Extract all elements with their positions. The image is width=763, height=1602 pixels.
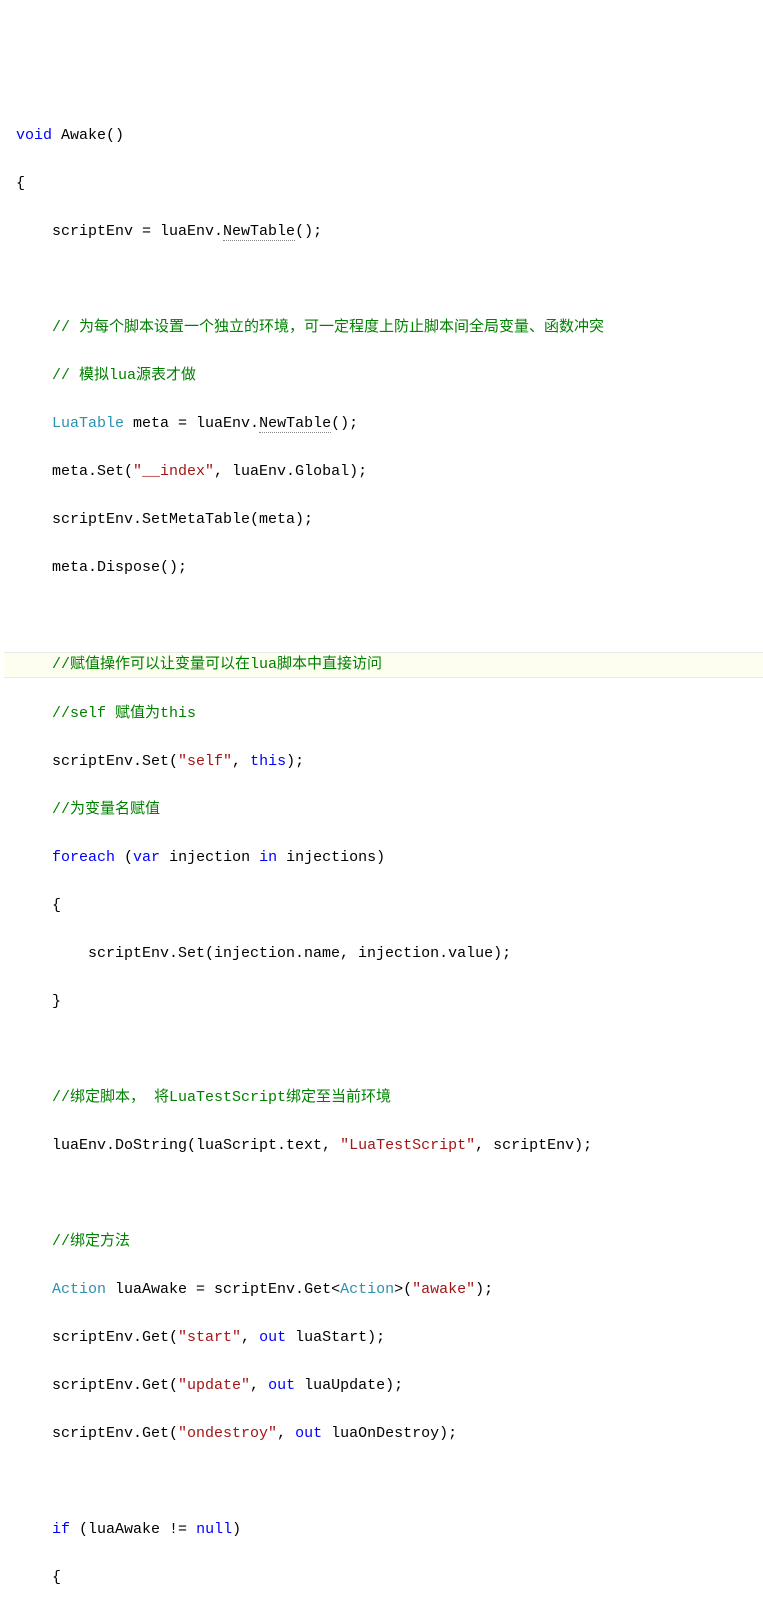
blank-line — [4, 268, 763, 292]
code-text: , — [241, 1329, 259, 1346]
string-literal: "update" — [178, 1377, 250, 1394]
code-text: , luaEnv.Global); — [214, 463, 367, 480]
code-line: { — [4, 1566, 763, 1590]
code-line: { — [4, 894, 763, 918]
code-text: (); — [295, 223, 322, 240]
code-line: scriptEnv = luaEnv.NewTable(); — [4, 220, 763, 244]
keyword-in: in — [259, 849, 277, 866]
code-line: meta.Dispose(); — [4, 556, 763, 580]
comment-line-highlighted: //赋值操作可以让变量可以在lua脚本中直接访问 — [4, 652, 763, 678]
keyword-out: out — [295, 1425, 322, 1442]
keyword-out: out — [259, 1329, 286, 1346]
code-line: scriptEnv.Set("self", this); — [4, 750, 763, 774]
code-line: { — [4, 172, 763, 196]
string-literal: "LuaTestScript" — [340, 1137, 475, 1154]
code-text: injections) — [277, 849, 385, 866]
code-text: , — [277, 1425, 295, 1442]
code-text: ); — [475, 1281, 493, 1298]
comment-line: //为变量名赋值 — [4, 798, 763, 822]
code-line: scriptEnv.Get("start", out luaStart); — [4, 1326, 763, 1350]
comment-line: //绑定脚本， 将LuaTestScript绑定至当前环境 — [4, 1086, 763, 1110]
string-literal: "self" — [178, 753, 232, 770]
comment-line: //绑定方法 — [4, 1230, 763, 1254]
code-text: luaUpdate); — [295, 1377, 403, 1394]
code-line: if (luaAwake != null) — [4, 1518, 763, 1542]
code-line: scriptEnv.Get("ondestroy", out luaOnDest… — [4, 1422, 763, 1446]
code-text: luaEnv.DoString(luaScript.text, — [16, 1137, 340, 1154]
blank-line — [4, 1038, 763, 1062]
code-text: injection — [160, 849, 259, 866]
code-block: void Awake() { scriptEnv = luaEnv.NewTab… — [0, 96, 763, 1602]
string-literal: "ondestroy" — [178, 1425, 277, 1442]
code-line: scriptEnv.Set(injection.name, injection.… — [4, 942, 763, 966]
comment-line: //self 赋值为this — [4, 702, 763, 726]
keyword-null: null — [196, 1521, 232, 1538]
string-literal: "__index" — [133, 463, 214, 480]
call-newtable: NewTable — [259, 415, 331, 433]
keyword-if: if — [52, 1521, 70, 1538]
code-line: Action luaAwake = scriptEnv.Get<Action>(… — [4, 1278, 763, 1302]
comment-line: // 为每个脚本设置一个独立的环境，可一定程度上防止脚本间全局变量、函数冲突 — [4, 316, 763, 340]
code-text: >( — [394, 1281, 412, 1298]
code-line: foreach (var injection in injections) — [4, 846, 763, 870]
code-line: scriptEnv.SetMetaTable(meta); — [4, 508, 763, 532]
blank-line — [4, 1182, 763, 1206]
type-luatable: LuaTable — [52, 415, 124, 432]
keyword-this: this — [250, 753, 286, 770]
code-text: , — [232, 753, 250, 770]
code-text: scriptEnv.Set( — [16, 753, 178, 770]
code-text: scriptEnv.Get( — [16, 1425, 178, 1442]
keyword-var: var — [133, 849, 160, 866]
code-line: LuaTable meta = luaEnv.NewTable(); — [4, 412, 763, 436]
type-action: Action — [340, 1281, 394, 1298]
code-text: ); — [286, 753, 304, 770]
code-text: meta = luaEnv. — [124, 415, 259, 432]
code-line: } — [4, 990, 763, 1014]
blank-line — [4, 604, 763, 628]
code-text: luaStart); — [286, 1329, 385, 1346]
blank-line — [4, 1470, 763, 1494]
keyword-void: void — [16, 127, 52, 144]
code-text: luaAwake = scriptEnv.Get< — [106, 1281, 340, 1298]
code-line: meta.Set("__index", luaEnv.Global); — [4, 460, 763, 484]
code-text: ) — [232, 1521, 241, 1538]
code-line: luaEnv.DoString(luaScript.text, "LuaTest… — [4, 1134, 763, 1158]
comment-line: // 模拟lua源表才做 — [4, 364, 763, 388]
code-text: ( — [115, 849, 133, 866]
type-action: Action — [52, 1281, 106, 1298]
code-text: scriptEnv.Get( — [16, 1329, 178, 1346]
code-line: void Awake() — [4, 124, 763, 148]
code-text: , scriptEnv); — [475, 1137, 592, 1154]
call-newtable: NewTable — [223, 223, 295, 241]
string-literal: "awake" — [412, 1281, 475, 1298]
code-text: meta.Set( — [16, 463, 133, 480]
code-text: , — [250, 1377, 268, 1394]
code-text: scriptEnv = luaEnv. — [16, 223, 223, 240]
code-text: (luaAwake != — [70, 1521, 196, 1538]
code-line: scriptEnv.Get("update", out luaUpdate); — [4, 1374, 763, 1398]
keyword-out: out — [268, 1377, 295, 1394]
code-text: (); — [331, 415, 358, 432]
code-text: scriptEnv.Get( — [16, 1377, 178, 1394]
fn-name: Awake() — [52, 127, 124, 144]
keyword-foreach: foreach — [52, 849, 115, 866]
string-literal: "start" — [178, 1329, 241, 1346]
code-text: luaOnDestroy); — [322, 1425, 457, 1442]
